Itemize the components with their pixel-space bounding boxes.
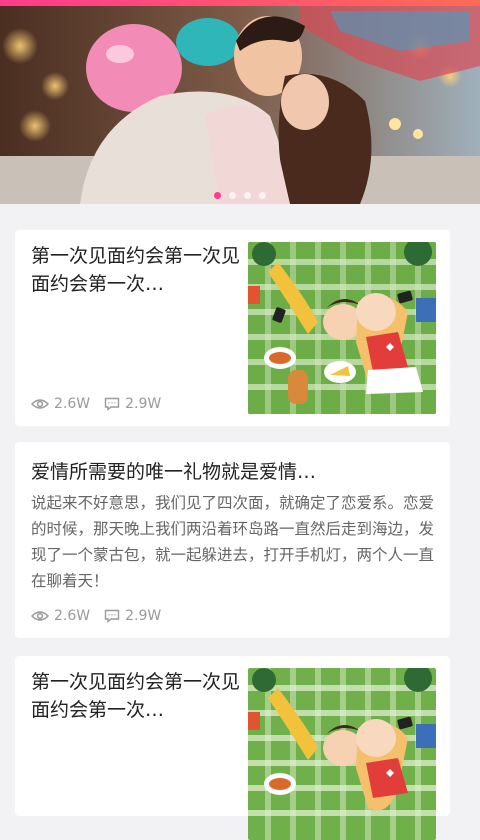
picnic-illustration-icon: [248, 668, 436, 840]
comments-value: 2.9W: [125, 608, 162, 624]
banner-image: [0, 6, 480, 204]
article-stats: 2.6W 2.9W: [31, 608, 161, 624]
carousel-dot[interactable]: [259, 192, 266, 199]
article-excerpt: 说起来不好意思，我们见了四次面，就确定了恋爱系。恋爱的时候，那天晚上我们两沿着环…: [31, 494, 435, 590]
carousel-indicator: [0, 192, 480, 199]
article-card[interactable]: 第一次见面约会第一次见面约会第一次… 2.6W 2.9W: [15, 230, 450, 426]
comments-count: 2.9W: [104, 396, 161, 412]
eye-icon: [31, 398, 49, 410]
article-title: 第一次见面约会第一次见面约会第一次…: [31, 671, 241, 721]
views-value: 2.6W: [54, 396, 91, 412]
carousel-dot[interactable]: [244, 192, 251, 199]
views-count: 2.6W: [31, 608, 90, 624]
views-value: 2.6W: [54, 608, 91, 624]
article-title: 第一次见面约会第一次见面约会第一次…: [31, 245, 241, 295]
article-thumbnail[interactable]: [248, 242, 436, 414]
article-card[interactable]: 爱情所需要的唯一礼物就是爱情… 说起来不好意思，我们见了四次面，就确定了恋爱系。…: [15, 442, 450, 638]
carousel-dot-active[interactable]: [214, 192, 221, 199]
article-thumbnail[interactable]: [248, 668, 436, 840]
comment-icon: [104, 609, 120, 623]
picnic-illustration-icon: [248, 242, 436, 414]
comments-value: 2.9W: [125, 396, 162, 412]
banner-carousel[interactable]: [0, 6, 480, 204]
views-count: 2.6W: [31, 396, 90, 412]
comment-icon: [104, 397, 120, 411]
article-card[interactable]: 第一次见面约会第一次见面约会第一次…: [15, 656, 450, 840]
comments-count: 2.9W: [104, 608, 161, 624]
article-stats: 2.6W 2.9W: [31, 396, 161, 412]
carousel-dot[interactable]: [229, 192, 236, 199]
article-title: 爱情所需要的唯一礼物就是爱情…: [31, 461, 317, 483]
eye-icon: [31, 610, 49, 622]
